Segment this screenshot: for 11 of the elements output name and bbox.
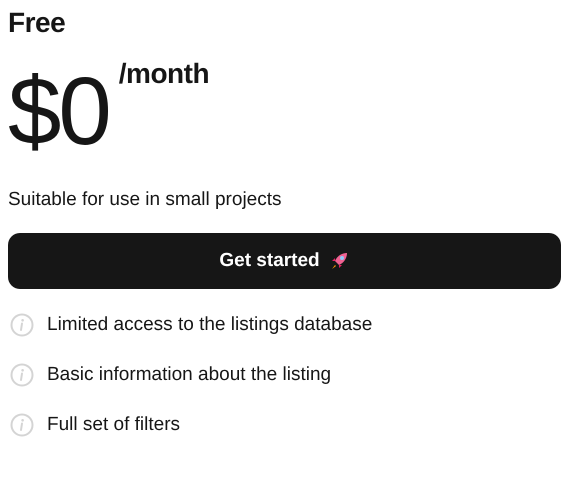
price: $0 [8, 64, 109, 160]
plan-name: Free [8, 6, 66, 40]
get-started-button[interactable]: Get started [8, 233, 561, 289]
info-icon [10, 413, 34, 437]
info-icon [10, 363, 34, 387]
feature-text: Full set of filters [47, 413, 180, 437]
plan-description: Suitable for use in small projects [8, 188, 282, 212]
feature-text: Limited access to the listings database [47, 313, 372, 337]
price-period: /month [118, 58, 210, 90]
info-icon [10, 313, 34, 337]
feature-text: Basic information about the listing [47, 363, 332, 387]
